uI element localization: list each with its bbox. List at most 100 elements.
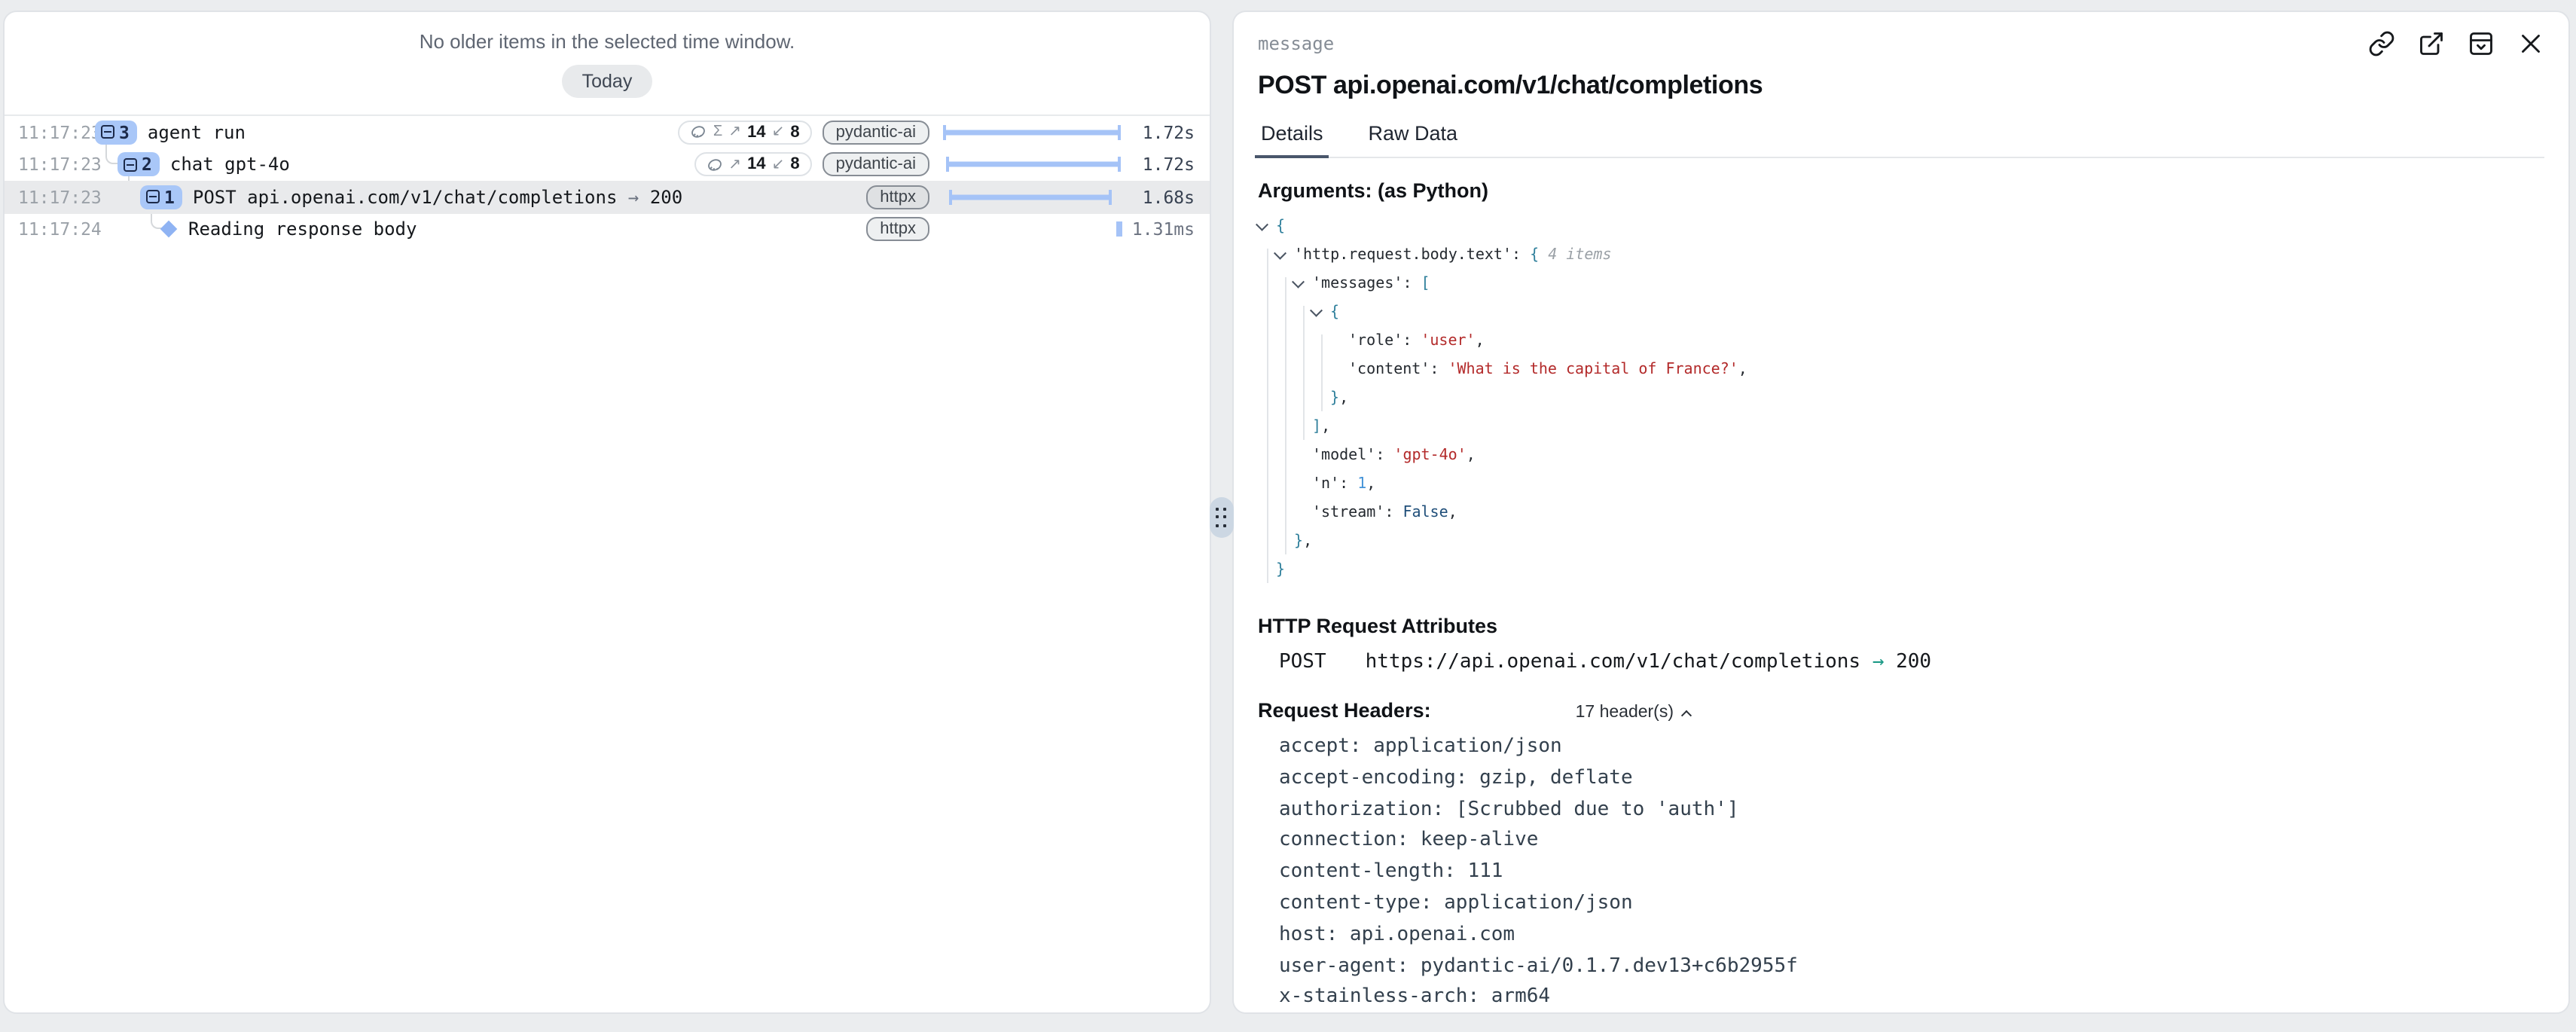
today-button[interactable]: Today	[563, 65, 652, 98]
chevron-down-icon[interactable]	[1312, 298, 1330, 327]
collapse-minus-icon	[124, 158, 137, 172]
chevron-up-icon	[1681, 710, 1692, 721]
code-token: 'messages'	[1312, 276, 1402, 292]
coin-icon	[691, 124, 707, 141]
input-tokens-count: 14	[747, 156, 766, 174]
code-token: ,	[1448, 505, 1457, 521]
trace-row-time: 11:17:23	[5, 154, 89, 176]
dock-panel-icon[interactable]	[2468, 30, 2495, 57]
collapse-minus-icon	[146, 191, 160, 204]
instrumentation-tag[interactable]: pydantic-ai	[823, 121, 929, 145]
code-token: :	[1375, 447, 1393, 464]
instrumentation-tag[interactable]: pydantic-ai	[823, 153, 929, 177]
collapse-badge[interactable]: 2	[118, 153, 160, 177]
trace-row-meta: ↗14↙8pydantic-ai1.72s	[694, 153, 1210, 177]
link-icon[interactable]	[2368, 30, 2395, 57]
duration-label: 1.68s	[1131, 187, 1210, 208]
code-line: 'model': 'gpt-4o',	[1258, 441, 2544, 470]
detail-panel: message POST api.openai.com/	[1232, 11, 2570, 1014]
input-tokens-count: 14	[747, 124, 766, 142]
request-header-line: content-type: application/json	[1279, 889, 2544, 921]
trace-row[interactable]: 11:17:231POST api.openai.com/v1/chat/com…	[5, 181, 1210, 213]
span-title: POST api.openai.com/v1/chat/completions	[1258, 71, 2544, 101]
code-token: 4 items	[1539, 247, 1611, 264]
trace-row-label: Reading response body	[188, 219, 417, 240]
status-arrow-icon: →	[1872, 651, 1885, 673]
trace-row[interactable]: 11:17:24 Reading response body httpx1.31ms	[5, 213, 1210, 246]
request-header-line: connection: keep-alive	[1279, 826, 2544, 858]
arguments-heading: Arguments: (as Python)	[1258, 179, 2544, 202]
detail-content: Arguments: (as Python) { 'http.request.bo…	[1258, 158, 2544, 1014]
open-in-new-icon[interactable]	[2418, 30, 2445, 57]
duration-bar	[1116, 222, 1122, 237]
chevron-down-icon[interactable]	[1294, 270, 1312, 298]
tab-details[interactable]: Details	[1258, 122, 1326, 157]
duration-bar	[948, 190, 1112, 205]
code-token: 'What is the capital of France?'	[1448, 362, 1738, 378]
code-token: 'content'	[1348, 362, 1430, 378]
today-button-wrap: Today	[5, 65, 1210, 114]
trace-row-meta: Σ↗14↙8pydantic-ai1.72s	[679, 121, 1210, 145]
trace-row-meta: httpx 1.68s	[866, 185, 1210, 209]
span-diamond-icon	[160, 221, 178, 238]
duration-bar	[946, 157, 1121, 173]
input-tokens-arrow-icon: ↗	[728, 124, 741, 141]
request-header-line: user-agent: pydantic-ai/0.1.7.dev13+c6b2…	[1279, 951, 2544, 983]
token-usage-pill: ↗14↙8	[694, 153, 811, 177]
chevron-down-icon[interactable]	[1258, 212, 1276, 241]
trace-row-label: chat gpt-4o	[170, 154, 290, 176]
close-icon[interactable]	[2517, 30, 2544, 57]
child-count: 2	[142, 154, 152, 176]
trace-row-meta: httpx1.31ms	[866, 218, 1210, 242]
app-stage: No older items in the selected time wind…	[0, 0, 2576, 1032]
code-line: 'http.request.body.text': { 4 items	[1258, 241, 2544, 270]
duration-bar-track	[943, 188, 1121, 206]
tab-raw-data[interactable]: Raw Data	[1366, 122, 1461, 157]
child-count: 1	[164, 187, 175, 208]
arguments-code-block: {'http.request.body.text': { 4 items'mes…	[1258, 212, 2544, 585]
duration-bar-track	[943, 221, 1121, 239]
code-token: ,	[1476, 333, 1485, 350]
code-token: }	[1276, 562, 1285, 579]
output-tokens-arrow-icon: ↙	[772, 124, 785, 141]
token-usage-pill: Σ↗14↙8	[679, 121, 812, 145]
request-header-line: host: api.openai.com	[1279, 921, 2544, 952]
code-line: 'messages': [	[1258, 270, 2544, 298]
instrumentation-tag[interactable]: httpx	[866, 218, 929, 242]
code-token: :	[1402, 276, 1421, 292]
child-count: 3	[119, 122, 130, 143]
code-line: 'role': 'user',	[1258, 327, 2544, 356]
output-tokens-count: 8	[790, 124, 799, 142]
trace-row[interactable]: 11:17:233agent runΣ↗14↙8pydantic-ai1.72s	[5, 116, 1210, 148]
trace-list-panel: No older items in the selected time wind…	[3, 11, 1211, 1014]
headers-count-toggle[interactable]: 17 header(s)	[1576, 704, 1690, 722]
collapse-badge[interactable]: 1	[140, 185, 182, 209]
panel-resize-handle[interactable]	[1210, 497, 1234, 538]
trace-row-time: 11:17:24	[5, 219, 89, 240]
request-header-line: content-length: 111	[1279, 857, 2544, 889]
http-request-attributes-section: HTTP Request Attributes POSThttps://api.…	[1258, 615, 2544, 673]
request-header-line: accept-encoding: gzip, deflate	[1279, 764, 2544, 795]
code-token: :	[1402, 333, 1421, 350]
code-token: 'n'	[1312, 476, 1339, 493]
input-tokens-arrow-icon: ↗	[728, 157, 741, 173]
duration-bar	[943, 125, 1121, 140]
coin-icon	[706, 157, 722, 173]
code-line: },	[1258, 384, 2544, 413]
collapse-badge[interactable]: 3	[95, 121, 137, 145]
code-token: :	[1384, 505, 1402, 521]
code-token: ,	[1467, 447, 1476, 464]
request-header-line: accept: application/json	[1279, 732, 2544, 764]
code-token: [	[1421, 276, 1430, 292]
trace-row[interactable]: 11:17:232chat gpt-4o↗14↙8pydantic-ai1.72…	[5, 148, 1210, 181]
status-arrow-icon: →	[628, 187, 639, 208]
request-headers-section: Request Headers: 17 header(s) accept: ap…	[1258, 699, 2544, 1014]
code-token: :	[1339, 476, 1357, 493]
code-token: False	[1402, 505, 1448, 521]
instrumentation-tag[interactable]: httpx	[866, 185, 929, 209]
code-line: }	[1258, 556, 2544, 585]
code-token: ,	[1303, 533, 1312, 550]
span-kind-label: message	[1258, 33, 1334, 54]
code-token: {	[1276, 218, 1285, 235]
chevron-down-icon[interactable]	[1276, 241, 1294, 270]
